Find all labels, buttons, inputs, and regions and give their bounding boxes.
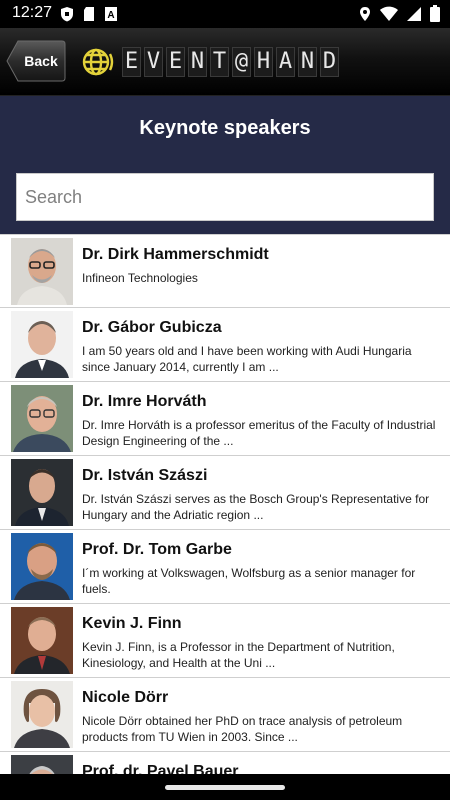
speaker-list[interactable]: Dr. Dirk Hammerschmidt Infineon Technolo… (0, 234, 450, 774)
list-item[interactable]: Dr. István Szászi Dr. István Szászi serv… (0, 456, 450, 530)
logo-letter: D (320, 47, 339, 77)
speaker-name: Kevin J. Finn (82, 615, 182, 632)
status-bar: 12:27 A (0, 0, 450, 28)
text-a-icon: A (105, 7, 117, 21)
speaker-name: Nicole Dörr (82, 689, 169, 706)
speaker-description: Kevin J. Finn, is a Professor in the Dep… (82, 640, 395, 670)
status-right-icons (358, 5, 440, 22)
location-icon (360, 6, 370, 21)
status-time: 12:27 (12, 4, 53, 21)
page-title: Keynote speakers (139, 117, 311, 139)
avatar (11, 533, 73, 600)
avatar (11, 607, 73, 674)
logo-wordmark: E V E N T @ H A N D (122, 47, 339, 77)
sd-card-icon (84, 7, 94, 21)
logo-letter: T (210, 47, 229, 77)
svg-text:A: A (107, 10, 114, 21)
title-band: Keynote speakers (0, 96, 450, 234)
speaker-name: Prof. Dr. Tom Garbe (82, 541, 232, 558)
avatar (11, 755, 73, 774)
list-item[interactable]: Dr. Gábor Gubicza I am 50 years old and … (0, 308, 450, 382)
logo-letter: N (298, 47, 317, 77)
list-item[interactable]: Prof. Dr. Tom Garbe I´m working at Volks… (0, 530, 450, 604)
speaker-name: Dr. Dirk Hammerschmidt (82, 246, 269, 263)
status-left-icons: A (60, 6, 118, 22)
speaker-name: Prof. dr. Pavel Bauer (82, 763, 239, 774)
home-indicator[interactable] (165, 785, 285, 790)
signal-icon (407, 6, 421, 21)
avatar (11, 238, 73, 305)
speaker-description: Dr. Imre Horváth is a professor emeritus… (82, 418, 436, 448)
avatar (11, 311, 73, 378)
speaker-description: Nicole Dörr obtained her PhD on trace an… (82, 714, 403, 744)
back-button[interactable]: Back (6, 40, 66, 82)
speaker-description: I am 50 years old and I have been workin… (82, 344, 412, 374)
avatar (11, 459, 73, 526)
logo-letter: N (188, 47, 207, 77)
wifi-icon (380, 6, 398, 21)
logo-letter: V (144, 47, 163, 77)
list-item[interactable]: Dr. Imre Horváth Dr. Imre Horváth is a p… (0, 382, 450, 456)
speaker-description: Dr. István Szászi serves as the Bosch Gr… (82, 492, 430, 522)
list-item[interactable]: Nicole Dörr Nicole Dörr obtained her PhD… (0, 678, 450, 752)
logo-letter: @ (232, 47, 251, 77)
list-item[interactable]: Prof. dr. Pavel Bauer (0, 752, 450, 774)
logo-letter: E (166, 47, 185, 77)
logo-letter: H (254, 47, 273, 77)
app-header: Back E V E N T @ H A N D (0, 28, 450, 96)
list-item[interactable]: Dr. Dirk Hammerschmidt Infineon Technolo… (0, 234, 450, 308)
shield-icon (61, 7, 73, 22)
avatar (11, 681, 73, 748)
logo-letter: A (276, 47, 295, 77)
avatar (11, 385, 73, 452)
logo-letter: E (122, 47, 141, 77)
back-label: Back (24, 53, 58, 69)
audio-globe-icon (82, 48, 114, 76)
speaker-name: Dr. Gábor Gubicza (82, 319, 222, 336)
navigation-bar (0, 774, 450, 800)
search-input[interactable] (16, 173, 434, 221)
speaker-description: I´m working at Volkswagen, Wolfsburg as … (82, 566, 416, 596)
list-item[interactable]: Kevin J. Finn Kevin J. Finn, is a Profes… (0, 604, 450, 678)
speaker-name: Dr. Imre Horváth (82, 393, 207, 410)
speaker-description: Infineon Technologies (82, 271, 198, 285)
battery-icon (430, 5, 440, 22)
event-at-hand-logo: E V E N T @ H A N D (82, 42, 339, 82)
speaker-name: Dr. István Szászi (82, 467, 208, 484)
